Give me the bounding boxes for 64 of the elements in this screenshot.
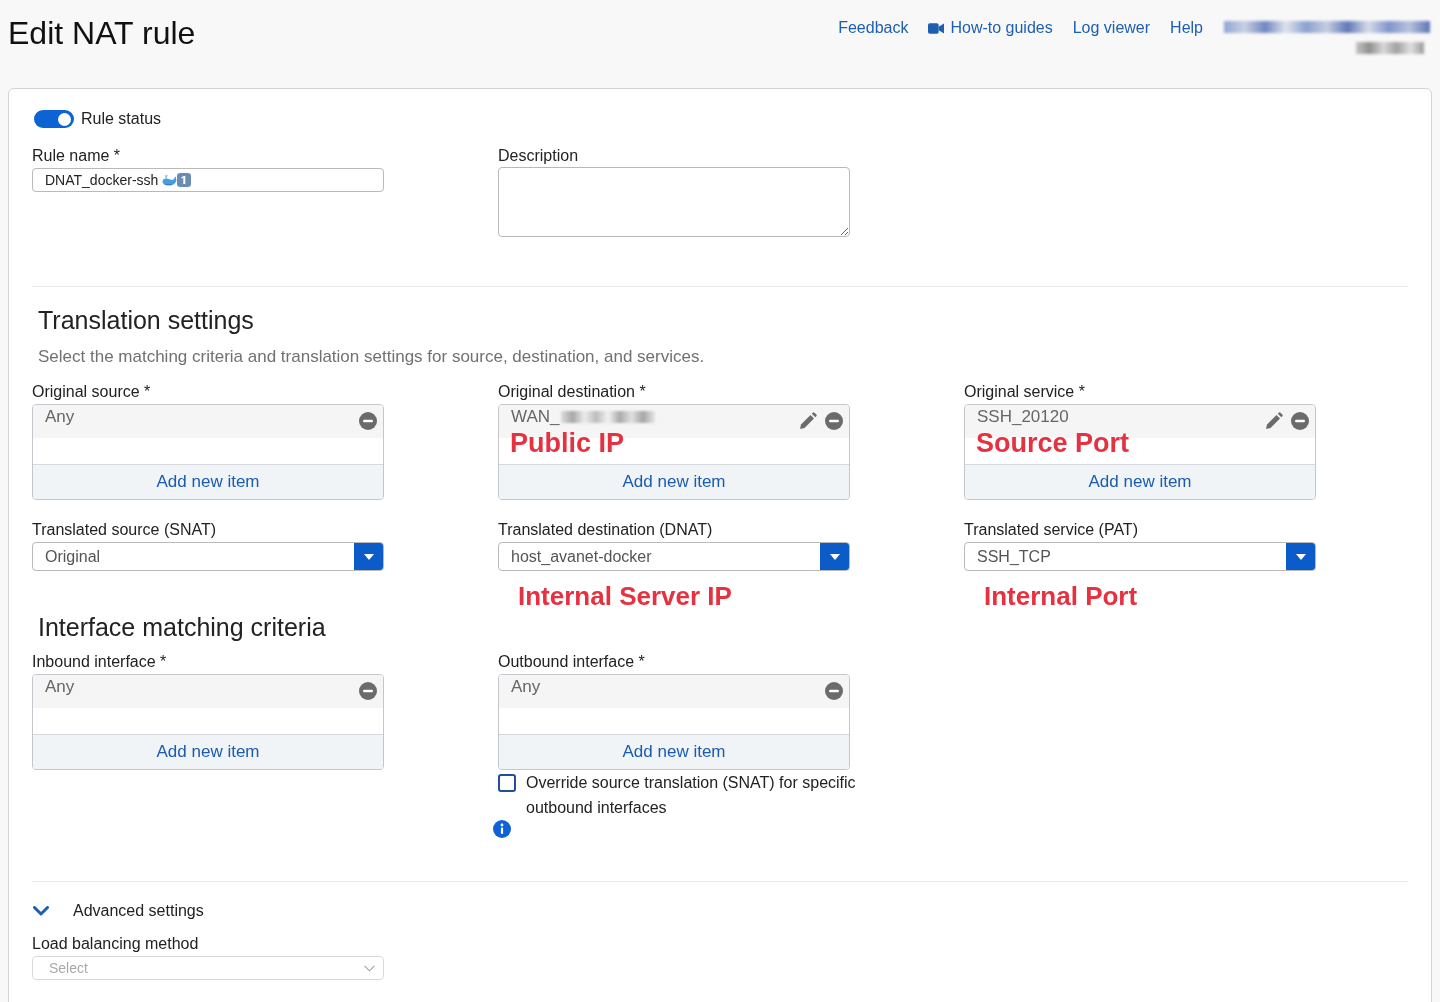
dropdown-toggle-button[interactable] bbox=[1286, 543, 1315, 570]
caret-down-icon bbox=[1295, 553, 1306, 560]
checkbox-label: Override source translation (SNAT) for specific outbound interfaces bbox=[526, 773, 857, 818]
dropdown-field[interactable]: Original bbox=[32, 542, 384, 571]
header-link[interactable]: Feedback bbox=[838, 18, 909, 38]
minus-circle-icon[interactable] bbox=[359, 412, 377, 430]
item-label: SSH_20120 bbox=[977, 407, 1069, 427]
list-item[interactable]: Any bbox=[33, 675, 383, 708]
keycap-icon bbox=[177, 173, 192, 187]
field-label: Load balancing method bbox=[32, 935, 199, 953]
dropdown-toggle-button[interactable] bbox=[354, 543, 383, 570]
field-label: Description bbox=[498, 147, 579, 165]
section-title: Translation settings bbox=[38, 305, 254, 335]
field-label: Original source * bbox=[32, 383, 151, 401]
blurred-text bbox=[1356, 42, 1424, 54]
field-label: Original destination * bbox=[498, 383, 646, 401]
item-label: Any bbox=[511, 677, 541, 697]
header-link[interactable]: How-to guides bbox=[928, 18, 1053, 38]
minus-circle-icon[interactable] bbox=[359, 682, 377, 700]
page-title: Edit NAT rule bbox=[8, 14, 196, 52]
dropdown-field[interactable]: host_avanet-docker bbox=[498, 542, 850, 571]
chevron-down-icon bbox=[364, 964, 375, 972]
video-camera-icon bbox=[928, 22, 945, 34]
item-label: Any bbox=[45, 407, 75, 427]
field-label: Translated service (PAT) bbox=[964, 521, 1138, 539]
minus-circle-icon[interactable] bbox=[825, 682, 843, 700]
list-item[interactable]: Any bbox=[499, 675, 849, 708]
field-label: Original service * bbox=[964, 383, 1085, 401]
annotation-text: Internal Server IP bbox=[518, 581, 732, 611]
minus-circle-icon[interactable] bbox=[825, 412, 843, 430]
field-label: Inbound interface * bbox=[32, 653, 167, 671]
add-item-button[interactable]: Add new item bbox=[33, 734, 383, 769]
dropdown-toggle-button[interactable] bbox=[820, 543, 849, 570]
description-field[interactable] bbox=[498, 167, 850, 237]
item-label: WAN_ bbox=[511, 407, 560, 427]
pencil-icon[interactable] bbox=[799, 412, 817, 430]
toggle-switch[interactable] bbox=[34, 110, 74, 128]
annotation-text: Internal Port bbox=[984, 581, 1138, 611]
caret-down-icon bbox=[363, 553, 374, 560]
section-description: Select the matching criteria and translation settings for source, destination, and services. bbox=[38, 347, 705, 367]
section-toggle[interactable]: Advanced settings bbox=[73, 901, 204, 921]
field-label: Translated destination (DNAT) bbox=[498, 521, 713, 539]
caret-down-icon bbox=[829, 553, 840, 560]
minus-circle-icon[interactable] bbox=[1291, 412, 1309, 430]
dropdown-field[interactable]: SSH_TCP bbox=[964, 542, 1316, 571]
add-item-button[interactable]: Add new item bbox=[499, 464, 849, 499]
info-icon[interactable] bbox=[493, 820, 511, 838]
field-label: Translated source (SNAT) bbox=[32, 521, 217, 539]
text-field[interactable]: DNAT_docker-ssh bbox=[32, 168, 384, 192]
whale-icon bbox=[162, 174, 178, 186]
item-label: Any bbox=[45, 677, 75, 697]
add-item-button[interactable]: Add new item bbox=[499, 734, 849, 769]
chevron-down-icon[interactable] bbox=[33, 906, 49, 916]
add-item-button[interactable]: Add new item bbox=[33, 464, 383, 499]
header-link[interactable]: Help bbox=[1170, 18, 1203, 38]
pencil-icon[interactable] bbox=[1265, 412, 1283, 430]
list-item[interactable]: Any bbox=[33, 405, 383, 438]
section-title: Interface matching criteria bbox=[38, 612, 326, 642]
field-label: Rule name * bbox=[32, 147, 121, 165]
header-link[interactable]: Log viewer bbox=[1072, 18, 1151, 38]
field-label: Outbound interface * bbox=[498, 653, 645, 671]
toggle-label: Rule status bbox=[81, 110, 162, 128]
add-item-button[interactable]: Add new item bbox=[965, 464, 1315, 499]
checkbox[interactable] bbox=[498, 774, 516, 792]
